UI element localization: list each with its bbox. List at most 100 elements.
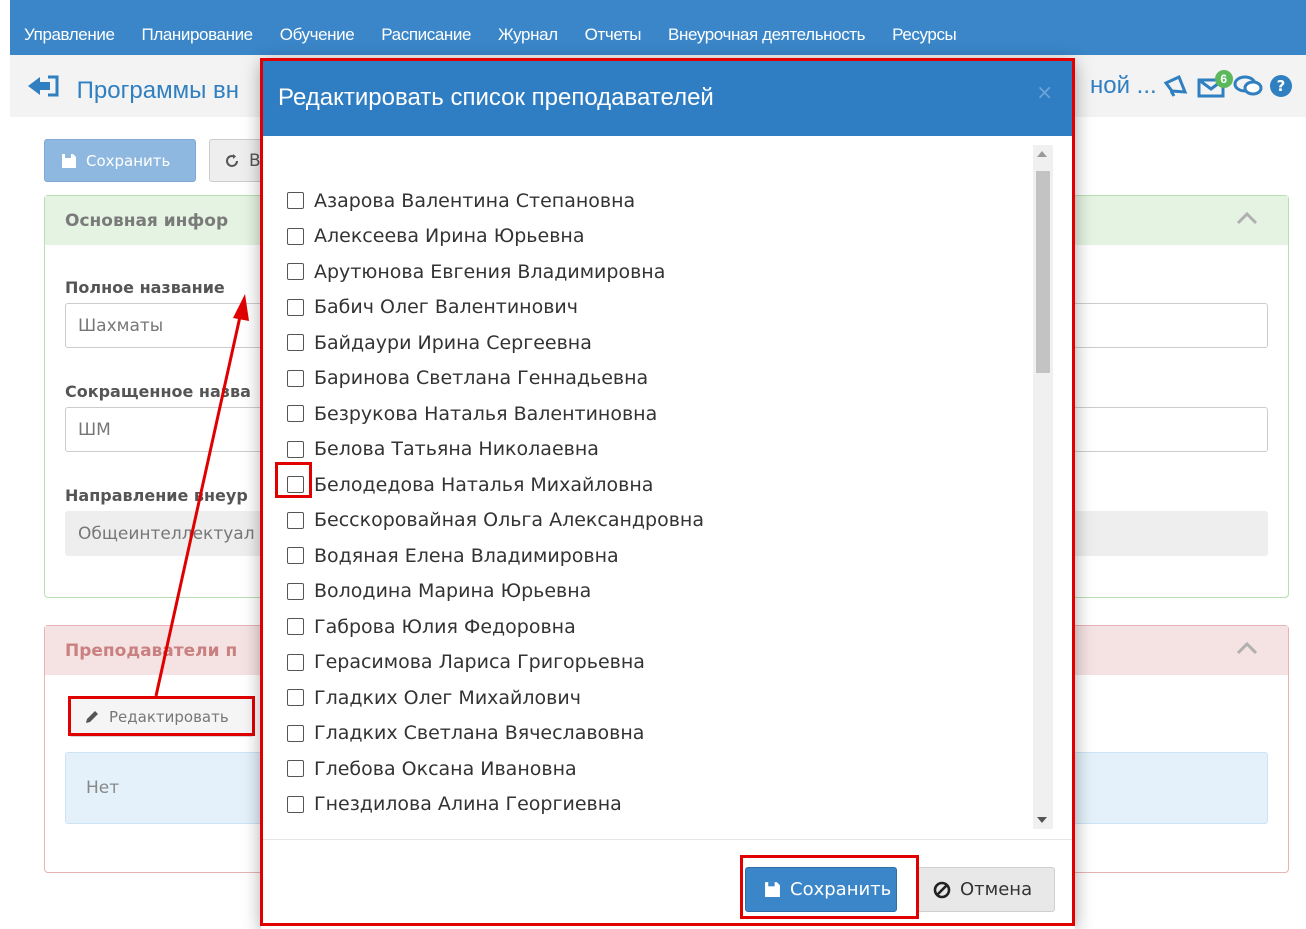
dialog-body: Азарова Валентина Степановна Алексеева И… — [261, 136, 1075, 840]
scroll-down-icon[interactable] — [1037, 817, 1047, 823]
nav-item-management[interactable]: Управление — [24, 25, 115, 45]
full-name-label: Полное название — [65, 278, 225, 297]
edit-teachers-button[interactable]: Редактировать — [69, 696, 254, 737]
back-arrow-icon[interactable] — [26, 74, 60, 105]
teacher-checkbox[interactable] — [287, 689, 304, 707]
short-name-label: Сокращенное назва — [65, 382, 251, 401]
teacher-item[interactable]: Володина Марина Юрьевна — [287, 574, 704, 610]
teacher-name: Азарова Валентина Степановна — [314, 189, 636, 212]
page-title-text: Программы вн — [76, 77, 239, 104]
teacher-item[interactable]: Глебова Оксана Ивановна — [287, 751, 704, 787]
nav-item-education[interactable]: Обучение — [280, 25, 355, 45]
teacher-item[interactable]: Азарова Валентина Степановна — [287, 183, 704, 219]
teacher-name: Гладких Олег Михайлович — [314, 686, 581, 709]
teacher-name: Баринова Светлана Геннадьевна — [314, 367, 649, 390]
dialog-cancel-label: Отмена — [960, 879, 1033, 900]
nav-item-reports[interactable]: Отчеты — [585, 25, 642, 45]
nav-item-planning[interactable]: Планирование — [142, 25, 254, 45]
teacher-item[interactable]: Бабич Олег Валентинович — [287, 290, 704, 326]
teacher-item[interactable]: Алексеева Ирина Юрьевна — [287, 219, 704, 255]
teacher-name: Глебова Оксана Ивановна — [314, 757, 577, 780]
teacher-checkbox[interactable] — [287, 795, 304, 813]
nav-item-resources[interactable]: Ресурсы — [892, 25, 957, 45]
teacher-checkbox[interactable] — [287, 547, 304, 565]
nav-item-schedule[interactable]: Расписание — [381, 25, 471, 45]
refresh-icon — [224, 153, 240, 169]
teacher-item[interactable]: Белодедова Наталья Михайловна — [287, 467, 704, 503]
nav-item-extracurricular[interactable]: Внеурочная деятельность — [668, 25, 865, 45]
teacher-checkbox[interactable] — [287, 263, 304, 281]
teacher-item[interactable]: Белова Татьяна Николаевна — [287, 432, 704, 468]
teacher-checkbox[interactable] — [287, 369, 304, 387]
page-save-button[interactable]: Сохранить — [44, 139, 196, 182]
teacher-name: Безрукова Наталья Валентиновна — [314, 402, 658, 425]
teacher-checkbox[interactable] — [287, 192, 304, 210]
save-icon — [61, 153, 77, 169]
teacher-item[interactable]: Герасимова Лариса Григорьевна — [287, 645, 704, 681]
teacher-checkbox[interactable] — [287, 760, 304, 778]
teacher-checkbox[interactable] — [287, 405, 304, 423]
help-icon[interactable]: ? — [1269, 74, 1293, 98]
edit-teachers-dialog: Редактировать список преподавателей × Аз… — [261, 59, 1075, 929]
teacher-checkbox[interactable] — [287, 618, 304, 636]
teacher-item[interactable]: Гладких Олег Михайлович — [287, 680, 704, 716]
teacher-item[interactable]: Водяная Елена Владимировна — [287, 538, 704, 574]
teacher-name: Володина Марина Юрьевна — [314, 580, 592, 603]
dialog-title: Редактировать список преподавателей — [278, 83, 714, 111]
teacher-name: Бесскоровайная Ольга Александровна — [314, 509, 704, 532]
collapse-chevron-icon[interactable] — [1236, 210, 1258, 229]
teacher-name: Водяная Елена Владимировна — [314, 544, 619, 567]
dialog-header: Редактировать список преподавателей — [261, 59, 1075, 136]
teacher-name: Герасимова Лариса Григорьевна — [314, 651, 645, 674]
scrollbar-thumb[interactable] — [1036, 171, 1050, 373]
teacher-list: Азарова Валентина Степановна Алексеева И… — [287, 183, 704, 822]
teacher-checkbox[interactable] — [287, 227, 304, 245]
notification-badge: 6 — [1214, 70, 1233, 88]
page-title: Программы вн — [26, 74, 239, 105]
chat-icon[interactable] — [1233, 74, 1263, 98]
save-icon — [764, 881, 781, 898]
page-title-tail: ной ... — [1090, 72, 1157, 99]
teacher-item[interactable]: Арутюнова Евгения Владимировна — [287, 254, 704, 290]
teacher-name: Габрова Юлия Федоровна — [314, 615, 576, 638]
nav-item-journal[interactable]: Журнал — [498, 25, 558, 45]
teacher-checkbox[interactable] — [287, 476, 304, 494]
teacher-checkbox[interactable] — [287, 298, 304, 316]
scroll-up-icon[interactable] — [1037, 151, 1047, 157]
page-reset-button[interactable]: В — [209, 139, 269, 182]
megaphone-icon[interactable] — [1163, 74, 1191, 98]
dialog-cancel-button[interactable]: Отмена — [916, 867, 1055, 912]
teacher-checkbox[interactable] — [287, 653, 304, 671]
teacher-item[interactable]: Бесскоровайная Ольга Александровна — [287, 503, 704, 539]
ban-icon — [933, 881, 951, 899]
teacher-name: Гладких Светлана Вячеславовна — [314, 722, 645, 745]
mail-icon[interactable]: 6 — [1197, 70, 1233, 98]
direction-label: Направление внеур — [65, 486, 248, 505]
teacher-name: Бабич Олег Валентинович — [314, 296, 578, 319]
teacher-item[interactable]: Гладких Светлана Вячеславовна — [287, 716, 704, 752]
collapse-chevron-icon[interactable] — [1236, 640, 1258, 659]
teacher-name: Байдаури Ирина Сергеевна — [314, 331, 592, 354]
teacher-name: Арутюнова Евгения Владимировна — [314, 260, 666, 283]
page-save-label: Сохранить — [86, 151, 171, 170]
dialog-save-label: Сохранить — [790, 879, 892, 900]
teacher-item[interactable]: Баринова Светлана Геннадьевна — [287, 361, 704, 397]
teacher-checkbox[interactable] — [287, 582, 304, 600]
teacher-item[interactable]: Безрукова Наталья Валентиновна — [287, 396, 704, 432]
teacher-item[interactable]: Габрова Юлия Федоровна — [287, 609, 704, 645]
svg-text:?: ? — [1276, 77, 1285, 95]
dialog-save-button[interactable]: Сохранить — [745, 867, 897, 912]
list-scrollbar[interactable] — [1033, 145, 1053, 829]
teacher-item[interactable]: Гнездилова Алина Георгиевна — [287, 787, 704, 823]
pencil-icon — [84, 709, 100, 725]
teacher-checkbox[interactable] — [287, 724, 304, 742]
main-menu: Управление Планирование Обучение Расписа… — [10, 18, 1306, 52]
teacher-checkbox[interactable] — [287, 440, 304, 458]
teacher-item[interactable]: Байдаури Ирина Сергеевна — [287, 325, 704, 361]
teacher-name: Алексеева Ирина Юрьевна — [314, 225, 585, 248]
teacher-checkbox[interactable] — [287, 511, 304, 529]
teacher-checkbox[interactable] — [287, 334, 304, 352]
close-icon[interactable]: × — [1036, 80, 1053, 104]
header-actions: ной ... 6 ? — [1090, 70, 1293, 100]
teacher-name: Гнездилова Алина Георгиевна — [314, 793, 622, 816]
